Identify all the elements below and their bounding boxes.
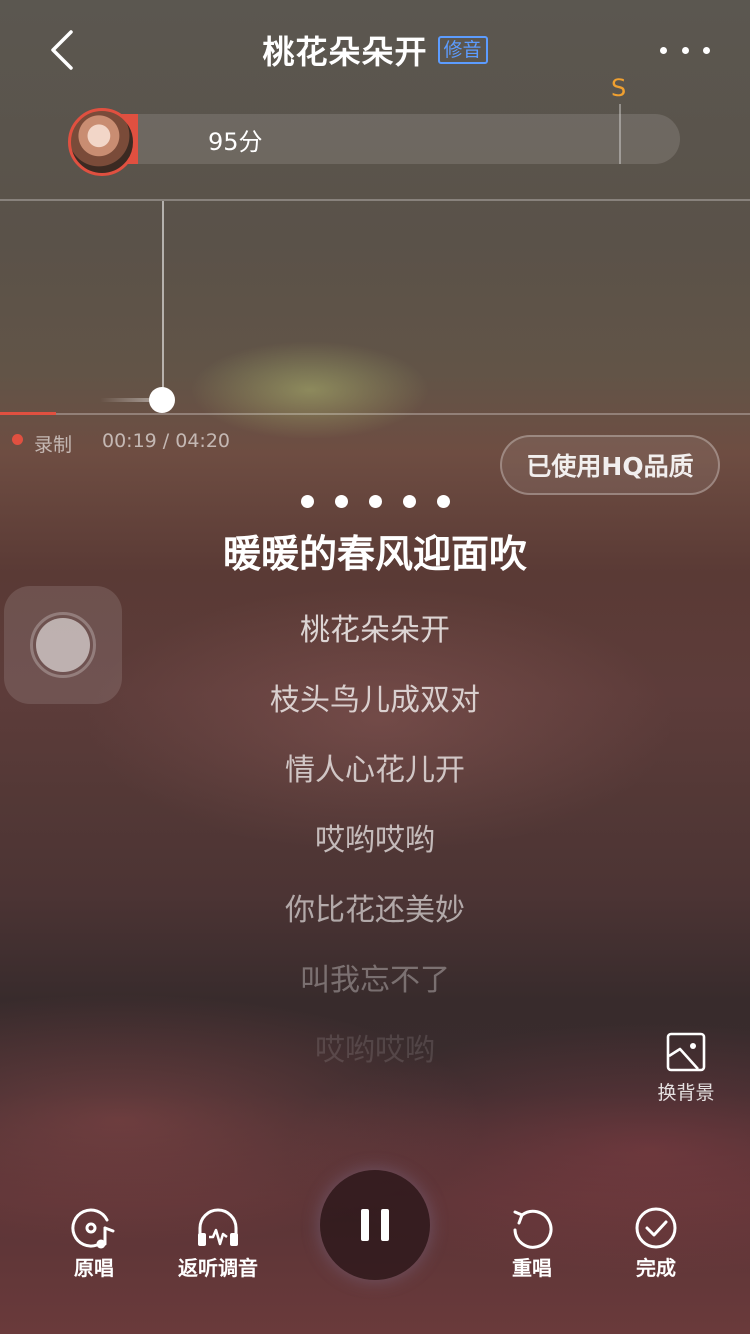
record-dot-icon bbox=[12, 434, 23, 445]
score-track bbox=[70, 114, 680, 164]
restart-button[interactable]: 重唱 bbox=[500, 1206, 564, 1281]
lyric-line: 哎哟哎哟 bbox=[315, 823, 435, 858]
pause-button[interactable] bbox=[320, 1170, 430, 1280]
original-vocal-label: 原唱 bbox=[74, 1256, 114, 1280]
avatar bbox=[68, 108, 136, 176]
record-time: 00:19 / 04:20 bbox=[102, 430, 230, 452]
check-circle-icon bbox=[635, 1207, 677, 1249]
assistive-touch-core bbox=[36, 618, 90, 672]
song-title: 桃花朵朵开 bbox=[262, 33, 428, 71]
image-icon bbox=[666, 1032, 706, 1072]
lyric-line: 叫我忘不了 bbox=[300, 963, 450, 998]
headphones-wave-icon bbox=[198, 1208, 238, 1246]
finish-button[interactable]: 完成 bbox=[624, 1206, 688, 1281]
finish-label: 完成 bbox=[636, 1256, 676, 1280]
lyric-line: 情人心花儿开 bbox=[285, 753, 465, 788]
more-button[interactable] bbox=[660, 30, 710, 70]
grade-s-mark: S bbox=[611, 74, 627, 102]
change-background-button[interactable]: 换背景 bbox=[648, 1032, 724, 1112]
hq-quality-button[interactable]: 已使用HQ品质 bbox=[500, 435, 720, 495]
retune-tag[interactable]: 修音 bbox=[437, 36, 488, 64]
grade-s-line bbox=[619, 104, 621, 164]
lyric-line: 你比花还美妙 bbox=[285, 893, 465, 928]
pitch-top-line bbox=[0, 199, 750, 201]
score-value: 95分 bbox=[208, 128, 263, 156]
recording-progress bbox=[0, 412, 56, 415]
more-dots-icon bbox=[660, 46, 667, 54]
title-bar: 桃花朵朵开 修音 bbox=[0, 28, 750, 72]
playback-tune-button[interactable]: 返听调音 bbox=[176, 1206, 260, 1281]
pitch-baseline bbox=[0, 413, 750, 415]
pitch-cursor-line bbox=[162, 201, 164, 399]
current-lyric: 暖暖的春风迎面吹 bbox=[222, 532, 527, 576]
original-vocal-button[interactable]: 原唱 bbox=[62, 1206, 126, 1281]
pause-icon bbox=[361, 1209, 369, 1241]
pitch-indicator-dot bbox=[149, 387, 175, 413]
countdown-dots bbox=[0, 495, 750, 508]
lyric-line: 哎哟哎哟 bbox=[315, 1033, 435, 1068]
record-label: 录制 bbox=[34, 434, 73, 456]
restart-icon bbox=[513, 1209, 553, 1249]
restart-label: 重唱 bbox=[512, 1256, 552, 1280]
playback-tune-label: 返听调音 bbox=[178, 1256, 258, 1280]
change-background-label: 换背景 bbox=[657, 1082, 715, 1104]
original-vocal-icon bbox=[71, 1208, 115, 1249]
pitch-trail bbox=[100, 398, 150, 402]
